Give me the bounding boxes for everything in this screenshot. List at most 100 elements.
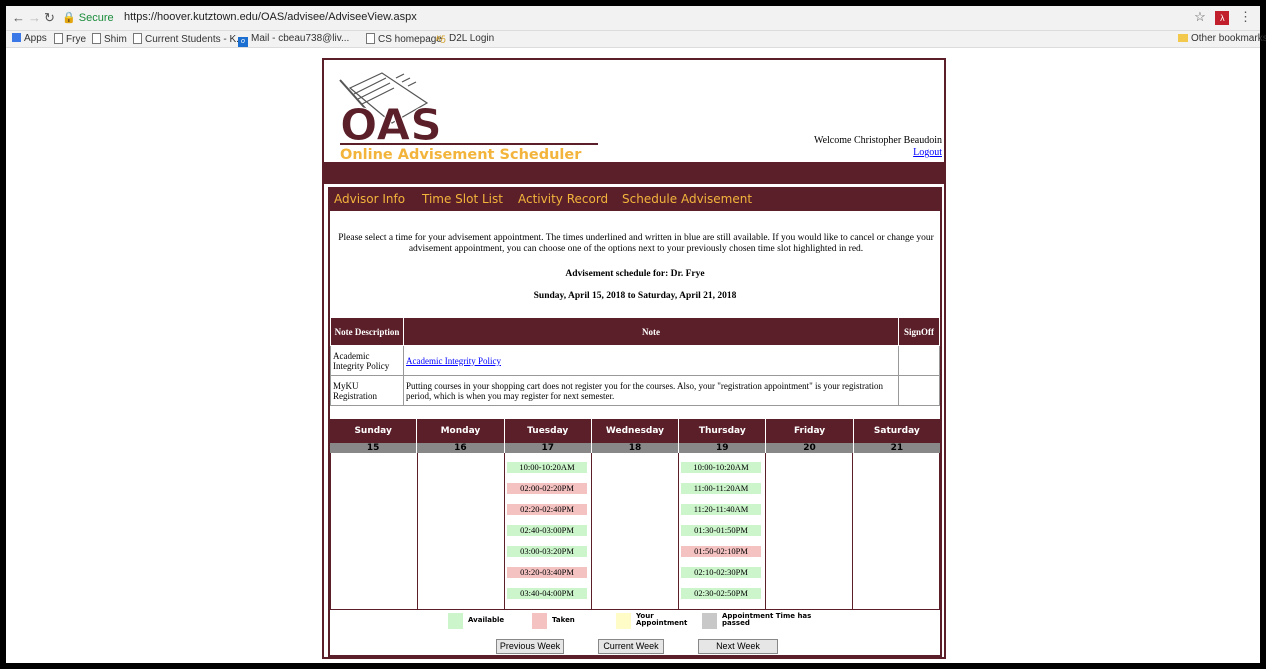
logo-subtitle: Online Advisement Scheduler xyxy=(340,147,582,160)
previous-week-button[interactable]: Previous Week xyxy=(496,639,564,654)
time-slot-available[interactable]: 02:30-02:50PM xyxy=(681,588,761,599)
table-row: MyKU Registration Putting courses in you… xyxy=(330,375,940,406)
weekly-calendar: Sunday Monday Tuesday Wednesday Thursday… xyxy=(330,419,940,610)
bookmark-label: CS homepage xyxy=(378,34,442,45)
forward-arrow-icon[interactable]: → xyxy=(28,10,41,25)
day-column-tuesday: 10:00-10:20AM 02:00-02:20PM 02:20-02:40PM 0… xyxy=(505,453,592,609)
bookmark-cs-homepage[interactable]: CS homepage xyxy=(366,33,442,45)
bookmark-label: Other bookmarks xyxy=(1191,33,1266,44)
notes-header-row: Note Description Note SignOff xyxy=(330,317,940,346)
time-slot-available[interactable]: 11:20-11:40AM xyxy=(681,504,761,515)
star-icon[interactable]: ☆ xyxy=(1194,9,1206,24)
bookmark-apps[interactable]: Apps xyxy=(12,33,47,44)
calendar-day-headers: Sunday Monday Tuesday Wednesday Thursday… xyxy=(330,419,940,443)
logout-link[interactable]: Logout xyxy=(913,147,942,158)
calendar-date-numbers: 15 16 17 18 19 20 21 xyxy=(330,443,940,453)
menu-activity-record[interactable]: Activity Record xyxy=(518,192,608,206)
bookmark-mail[interactable]: o Mail - cbeau738@liv... xyxy=(238,33,349,47)
time-slot-available[interactable]: 11:00-11:20AM xyxy=(681,483,761,494)
date-number: 20 xyxy=(766,443,854,453)
header-bar xyxy=(324,162,944,184)
day-column-monday xyxy=(418,453,505,609)
schedule-for: Advisement schedule for: Dr. Frye xyxy=(565,269,705,279)
current-week-button[interactable]: Current Week xyxy=(598,639,664,654)
time-slot-available[interactable]: 01:30-01:50PM xyxy=(681,525,761,536)
day-column-saturday xyxy=(853,453,940,609)
legend-label-your-appointment: Your Appointment xyxy=(636,613,687,627)
legend-label-passed: Appointment Time has passed xyxy=(722,613,811,627)
time-slot-available[interactable]: 02:10-02:30PM xyxy=(681,567,761,578)
legend-label-taken: Taken xyxy=(552,616,575,624)
day-header: Wednesday xyxy=(592,419,680,443)
day-column-wednesday xyxy=(592,453,679,609)
day-header: Saturday xyxy=(873,426,920,436)
page-icon xyxy=(366,33,375,44)
main-menu: Advisor Info Time Slot List Activity Rec… xyxy=(330,189,940,211)
page-icon xyxy=(92,33,101,44)
time-slot-taken[interactable]: 02:20-02:40PM xyxy=(507,504,587,515)
welcome-text: Welcome Christopher Beaudoin xyxy=(813,135,942,146)
note-cell: Academic Integrity Policy xyxy=(403,345,899,376)
day-column-thursday: 10:00-10:20AM 11:00-11:20AM 11:20-11:40AM 0… xyxy=(679,453,766,609)
day-header: Sunday xyxy=(330,419,418,443)
pdf-extension-icon[interactable]: λ xyxy=(1215,11,1230,25)
date-number: 16 xyxy=(417,443,505,453)
legend-swatch-your-appointment xyxy=(616,613,631,629)
date-number: 17 xyxy=(505,443,592,453)
academic-integrity-link[interactable]: Academic Integrity Policy xyxy=(406,356,501,366)
menu-time-slot-list[interactable]: Time Slot List xyxy=(422,192,503,206)
time-slot-available[interactable]: 03:00-03:20PM xyxy=(507,546,587,557)
address-bar: ← → ↻ 🔒 Secure https://hoover.kutztown.e… xyxy=(6,6,1260,31)
day-header: Monday xyxy=(417,419,505,443)
secure-label[interactable]: 🔒 Secure xyxy=(62,11,114,24)
signoff-cell xyxy=(898,375,940,406)
day-header: Friday xyxy=(766,419,854,443)
next-week-button[interactable]: Next Week xyxy=(698,639,778,654)
instructions: Please select a time for your advisement… xyxy=(338,233,934,254)
folder-icon xyxy=(1178,34,1188,42)
oas-logo: OAS Online Advisement Scheduler xyxy=(339,72,598,160)
day-header: Thursday xyxy=(679,419,767,443)
notes-header-description: Note Description xyxy=(330,317,404,346)
back-arrow-icon[interactable]: ← xyxy=(12,10,25,25)
time-slot-taken[interactable]: 01:50-02:10PM xyxy=(681,546,761,557)
reload-icon[interactable]: ↻ xyxy=(44,10,55,26)
time-slot-available[interactable]: 10:00-10:20AM xyxy=(507,462,587,473)
time-slot-available[interactable]: 10:00-10:20AM xyxy=(681,462,761,473)
bookmark-label: Mail - cbeau738@liv... xyxy=(251,33,350,44)
legend-swatch-available xyxy=(448,613,463,629)
page-icon xyxy=(133,33,142,44)
time-slot-available[interactable]: 03:40-04:00PM xyxy=(507,588,587,599)
menu-advisor-info[interactable]: Advisor Info xyxy=(334,192,405,206)
bookmark-label: Frye xyxy=(66,34,86,45)
bookmark-current-students[interactable]: Current Students - K... xyxy=(133,33,245,45)
bookmark-d2l[interactable]: кҕ D2L Login xyxy=(436,33,494,44)
url-field[interactable]: https://hoover.kutztown.edu/OAS/advisee/… xyxy=(124,11,417,23)
apps-grid-icon xyxy=(12,33,21,42)
legend-label-available: Available xyxy=(468,616,505,624)
note-description: Academic Integrity Policy xyxy=(330,345,404,376)
date-number: 21 xyxy=(890,443,904,453)
signoff-cell xyxy=(898,345,940,376)
bookmark-frye[interactable]: Frye xyxy=(54,33,86,45)
notes-header-note: Note xyxy=(403,317,899,346)
date-range: Sunday, April 15, 2018 to Saturday, Apri… xyxy=(533,291,737,301)
legend-swatch-taken xyxy=(532,613,547,629)
outlook-icon: o xyxy=(238,37,248,47)
note-description: MyKU Registration xyxy=(330,375,404,406)
bookmark-label: Current Students - K... xyxy=(145,34,245,45)
oas-page: OAS Online Advisement Scheduler Welcome … xyxy=(322,58,946,659)
secure-text: Secure xyxy=(78,12,114,24)
bookmark-label: Shim xyxy=(104,34,127,45)
bookmark-other[interactable]: Other bookmarks xyxy=(1178,33,1266,44)
content-frame: Advisor Info Time Slot List Activity Rec… xyxy=(328,187,942,657)
menu-dots-icon[interactable]: ⋮ xyxy=(1239,9,1252,24)
menu-schedule-advisement[interactable]: Schedule Advisement xyxy=(622,192,752,206)
welcome-block: Welcome Christopher Beaudoin Logout xyxy=(814,135,942,159)
time-slot-available[interactable]: 02:40-03:00PM xyxy=(507,525,587,536)
calendar-body: 10:00-10:20AM 02:00-02:20PM 02:20-02:40PM 0… xyxy=(330,453,940,610)
bookmark-shim[interactable]: Shim xyxy=(92,33,127,45)
time-slot-taken[interactable]: 03:20-03:40PM xyxy=(507,567,587,578)
time-slot-taken[interactable]: 02:00-02:20PM xyxy=(507,483,587,494)
d2l-icon: кҕ xyxy=(436,33,446,44)
